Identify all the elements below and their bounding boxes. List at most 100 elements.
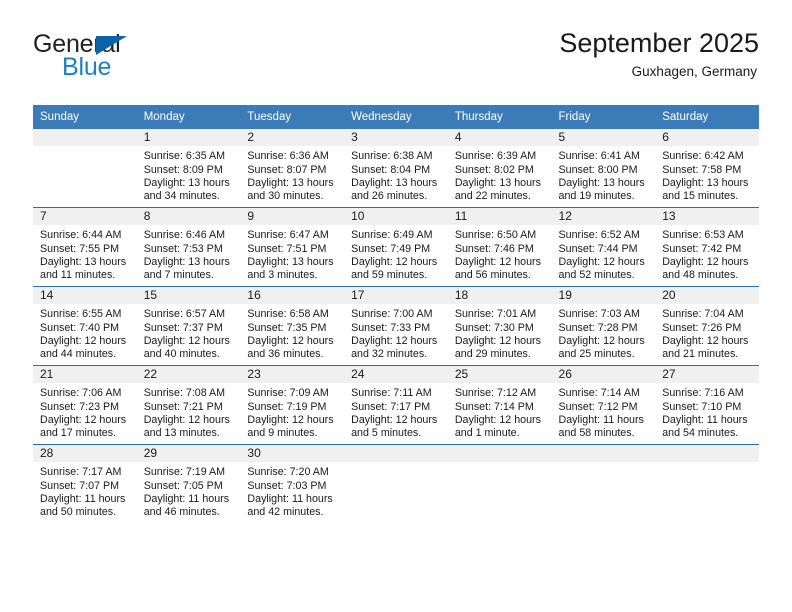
day-detail-line: Daylight: 13 hours: [558, 176, 645, 189]
day-cell[interactable]: 10 Sunrise: 6:49 AM Sunset: 7:49 PM Dayligh…: [344, 208, 448, 286]
day-detail-line: Sunrise: 7:19 AM: [143, 466, 226, 479]
calendar-cell: 1 Sunrise: 6:35 AM Sunset: 8:09 PM Daylight…: [136, 129, 241, 208]
day-number: [551, 445, 656, 463]
calendar-cell: 16 Sunrise: 6:58 AM Sunset: 7:35 PM Dayligh…: [240, 286, 345, 366]
day-detail-line: Sunset: 7:46 PM: [454, 242, 534, 255]
day-detail-line: and 5 minutes.: [351, 426, 422, 439]
day-details: Sunrise: 7:00 AM Sunset: 7:33 PM Daylight:…: [344, 304, 448, 361]
calendar-cell: 2 Sunrise: 6:36 AM Sunset: 8:07 PM Daylight…: [240, 129, 345, 208]
day-detail-line: and 3 minutes.: [247, 268, 318, 281]
day-cell[interactable]: 28 Sunrise: 7:17 AM Sunset: 7:07 PM Dayligh…: [33, 445, 137, 523]
day-cell[interactable]: 30 Sunrise: 7:20 AM Sunset: 7:03 PM Dayligh…: [240, 445, 345, 523]
day-cell[interactable]: 18 Sunrise: 7:01 AM Sunset: 7:30 PM Dayligh…: [447, 287, 552, 365]
day-number: 13: [655, 208, 759, 226]
page-title: September 2025: [559, 28, 759, 58]
calendar-cell: [344, 444, 448, 524]
day-detail-line: Sunset: 7:21 PM: [143, 400, 223, 413]
calendar-cell: [551, 444, 656, 524]
day-cell[interactable]: 7 Sunrise: 6:44 AM Sunset: 7:55 PM Daylight…: [33, 208, 137, 286]
day-cell[interactable]: 24 Sunrise: 7:11 AM Sunset: 7:17 PM Dayligh…: [344, 366, 448, 444]
day-detail-line: Sunset: 7:10 PM: [662, 400, 742, 413]
day-detail-line: Sunset: 7:58 PM: [662, 163, 742, 176]
day-details: Sunrise: 6:50 AM Sunset: 7:46 PM Daylight:…: [448, 225, 552, 282]
day-detail-line: and 58 minutes.: [558, 426, 635, 439]
day-cell[interactable]: 11 Sunrise: 6:50 AM Sunset: 7:46 PM Dayligh…: [447, 208, 552, 286]
day-detail-line: Daylight: 12 hours: [558, 255, 645, 268]
day-details: [33, 146, 137, 150]
day-detail-line: Sunset: 7:28 PM: [558, 321, 638, 334]
day-detail-line: Sunset: 7:37 PM: [143, 321, 223, 334]
day-detail-line: and 19 minutes.: [558, 189, 635, 202]
day-cell[interactable]: 22 Sunrise: 7:08 AM Sunset: 7:21 PM Dayligh…: [136, 366, 241, 444]
day-number: 16: [240, 287, 345, 305]
calendar-cell: 26 Sunrise: 7:14 AM Sunset: 7:12 PM Dayligh…: [551, 365, 656, 445]
page-header: General Blue September 2025 Guxhagen, Ge…: [33, 28, 759, 94]
day-details: Sunrise: 6:55 AM Sunset: 7:40 PM Daylight:…: [33, 304, 137, 361]
brand-logo[interactable]: General Blue: [33, 32, 233, 92]
day-cell[interactable]: 5 Sunrise: 6:41 AM Sunset: 8:00 PM Daylight…: [551, 129, 656, 207]
day-detail-line: Sunrise: 6:58 AM: [247, 308, 329, 321]
calendar-week-row: 1 Sunrise: 6:35 AM Sunset: 8:09 PM Daylight…: [33, 129, 759, 208]
day-cell[interactable]: 4 Sunrise: 6:39 AM Sunset: 8:02 PM Daylight…: [447, 129, 552, 207]
day-detail-line: Sunrise: 7:06 AM: [40, 387, 122, 400]
day-cell[interactable]: 8 Sunrise: 6:46 AM Sunset: 7:53 PM Daylight…: [136, 208, 241, 286]
day-detail-line: Daylight: 12 hours: [143, 334, 230, 347]
day-detail-line: Sunset: 7:49 PM: [351, 242, 431, 255]
day-cell[interactable]: 20 Sunrise: 7:04 AM Sunset: 7:26 PM Dayligh…: [655, 287, 759, 365]
calendar-cell: 21 Sunrise: 7:06 AM Sunset: 7:23 PM Dayligh…: [33, 365, 137, 445]
day-number: 14: [33, 287, 137, 305]
day-detail-line: Sunrise: 6:38 AM: [351, 150, 433, 163]
day-detail-line: Sunrise: 6:57 AM: [143, 308, 226, 321]
day-number: 21: [33, 366, 137, 384]
day-detail-line: Sunset: 7:44 PM: [558, 242, 638, 255]
day-cell[interactable]: 26 Sunrise: 7:14 AM Sunset: 7:12 PM Dayligh…: [551, 366, 656, 444]
day-cell[interactable]: 19 Sunrise: 7:03 AM Sunset: 7:28 PM Dayligh…: [551, 287, 656, 365]
day-detail-line: Sunrise: 6:47 AM: [247, 229, 329, 242]
day-cell[interactable]: 1 Sunrise: 6:35 AM Sunset: 8:09 PM Daylight…: [136, 129, 241, 207]
day-detail-line: Sunset: 7:23 PM: [40, 400, 120, 413]
day-details: Sunrise: 7:14 AM Sunset: 7:12 PM Daylight:…: [552, 383, 656, 440]
day-details: Sunrise: 6:35 AM Sunset: 8:09 PM Daylight:…: [137, 146, 241, 203]
calendar-cell: [33, 129, 137, 208]
day-number: 19: [551, 287, 656, 305]
day-detail-line: Sunrise: 6:42 AM: [662, 150, 744, 163]
day-detail-line: and 7 minutes.: [143, 268, 214, 281]
day-detail-line: and 21 minutes.: [662, 347, 739, 360]
day-detail-line: Daylight: 12 hours: [40, 334, 127, 347]
day-cell[interactable]: 3 Sunrise: 6:38 AM Sunset: 8:04 PM Daylight…: [344, 129, 448, 207]
calendar-cell: 3 Sunrise: 6:38 AM Sunset: 8:04 PM Daylight…: [344, 129, 448, 208]
day-cell[interactable]: 21 Sunrise: 7:06 AM Sunset: 7:23 PM Dayligh…: [33, 366, 137, 444]
day-detail-line: Daylight: 12 hours: [454, 255, 541, 268]
day-cell[interactable]: 2 Sunrise: 6:36 AM Sunset: 8:07 PM Daylight…: [240, 129, 345, 207]
day-cell[interactable]: 12 Sunrise: 6:52 AM Sunset: 7:44 PM Dayligh…: [551, 208, 656, 286]
day-cell[interactable]: 25 Sunrise: 7:12 AM Sunset: 7:14 PM Dayligh…: [447, 366, 552, 444]
day-details: Sunrise: 7:19 AM Sunset: 7:05 PM Daylight:…: [137, 462, 241, 519]
day-cell[interactable]: 29 Sunrise: 7:19 AM Sunset: 7:05 PM Dayligh…: [136, 445, 241, 523]
day-details: Sunrise: 6:36 AM Sunset: 8:07 PM Daylight:…: [240, 146, 344, 203]
day-cell[interactable]: 16 Sunrise: 6:58 AM Sunset: 7:35 PM Dayligh…: [240, 287, 345, 365]
day-cell[interactable]: 14 Sunrise: 6:55 AM Sunset: 7:40 PM Dayligh…: [33, 287, 137, 365]
day-cell[interactable]: 6 Sunrise: 6:42 AM Sunset: 7:58 PM Daylight…: [655, 129, 759, 207]
day-detail-line: and 26 minutes.: [351, 189, 428, 202]
day-number: 2: [240, 129, 345, 147]
day-details: Sunrise: 6:44 AM Sunset: 7:55 PM Daylight:…: [33, 225, 137, 282]
day-cell[interactable]: 17 Sunrise: 7:00 AM Sunset: 7:33 PM Dayligh…: [344, 287, 448, 365]
day-details: Sunrise: 7:20 AM Sunset: 7:03 PM Daylight:…: [240, 462, 344, 519]
day-cell[interactable]: 9 Sunrise: 6:47 AM Sunset: 7:51 PM Daylight…: [240, 208, 345, 286]
day-cell[interactable]: 23 Sunrise: 7:09 AM Sunset: 7:19 PM Dayligh…: [240, 366, 345, 444]
weekday-header-saturday: Saturday: [655, 105, 759, 130]
title-block: September 2025 Guxhagen, Germany: [559, 28, 759, 80]
day-detail-line: Sunset: 8:02 PM: [454, 163, 534, 176]
day-cell[interactable]: 15 Sunrise: 6:57 AM Sunset: 7:37 PM Dayligh…: [136, 287, 241, 365]
calendar-week-row: 28 Sunrise: 7:17 AM Sunset: 7:07 PM Dayligh…: [33, 444, 759, 524]
day-details: Sunrise: 7:01 AM Sunset: 7:30 PM Daylight:…: [448, 304, 552, 361]
day-detail-line: Sunrise: 6:44 AM: [40, 229, 122, 242]
empty-day-cell: [447, 445, 552, 523]
day-cell[interactable]: 27 Sunrise: 7:16 AM Sunset: 7:10 PM Dayligh…: [655, 366, 759, 444]
calendar-cell: 5 Sunrise: 6:41 AM Sunset: 8:00 PM Daylight…: [551, 129, 656, 208]
day-detail-line: Sunset: 7:53 PM: [143, 242, 223, 255]
day-cell[interactable]: 13 Sunrise: 6:53 AM Sunset: 7:42 PM Dayligh…: [655, 208, 759, 286]
brand-name-blue: Blue: [62, 53, 112, 81]
day-detail-line: Sunrise: 7:14 AM: [558, 387, 640, 400]
day-detail-line: Daylight: 12 hours: [247, 413, 334, 426]
